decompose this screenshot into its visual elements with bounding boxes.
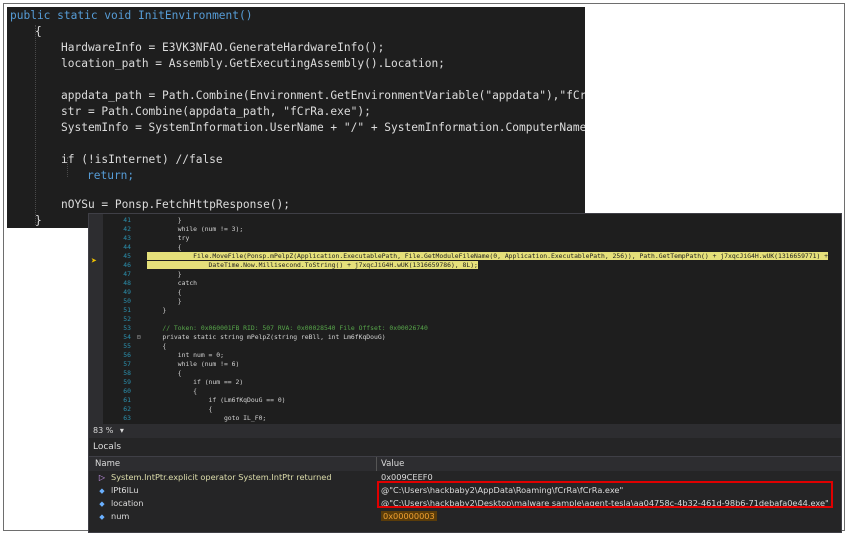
- locals-header: Name Value: [89, 457, 841, 471]
- code-line: 60 {: [123, 387, 198, 395]
- code-line: 44 {: [123, 243, 182, 251]
- code-line: 56 int num = 0;: [123, 351, 224, 359]
- code-line: 47 }: [123, 270, 182, 278]
- code-line: 54 ⊟ private static string mPelpZ(string …: [123, 333, 386, 341]
- code-line: 50 }: [123, 297, 182, 305]
- code-line: 58 {: [123, 369, 182, 377]
- code-line: 63 goto IL_F0;: [123, 414, 267, 422]
- code-line-comment: 53 // Token: 0x060001FB RID: 507 RVA: 0x…: [123, 324, 428, 332]
- code-line: nOYSu = Ponsp.FetchHttpResponse();: [61, 198, 291, 211]
- current-statement-arrow-icon: ➤: [91, 256, 98, 267]
- value-column-header[interactable]: Value: [381, 457, 404, 471]
- code-line-signature: public static void InitEnvironment(): [10, 9, 253, 22]
- debugger-window: ➤ 41 } 42 while (num != 3); 43 try 44 { …: [88, 213, 842, 533]
- code-line: {: [35, 25, 42, 38]
- editor-status-bar: 83 % ▾: [89, 424, 841, 438]
- code-line: location_path = Assembly.GetExecutingAss…: [61, 57, 445, 70]
- return-value-icon: ▷: [98, 473, 106, 482]
- code-line: 52: [123, 315, 131, 323]
- code-line: appdata_path = Path.Combine(Environment.…: [61, 89, 585, 102]
- chevron-down-icon[interactable]: ▾: [120, 426, 124, 435]
- locals-row[interactable]: ◆ num 0x00000003: [89, 510, 841, 523]
- code-line: 55 {: [123, 342, 167, 350]
- code-line: HardwareInfo = E3VK3NFAO.GenerateHardwar…: [61, 41, 385, 54]
- breakpoint-gutter[interactable]: [89, 214, 103, 424]
- code-line: }: [35, 214, 42, 227]
- variable-icon: ◆: [99, 513, 105, 521]
- code-line-current: 45 File.MoveFile(Ponsp.mPelpZ(Applicatio…: [123, 252, 829, 260]
- code-line: 59 if (num == 2): [123, 378, 244, 386]
- name-column-header[interactable]: Name: [95, 457, 120, 471]
- code-line: 57 while (num != 6): [123, 360, 240, 368]
- code-line: SystemInfo = SystemInformation.UserName …: [61, 121, 585, 134]
- code-line: 49 {: [123, 288, 182, 296]
- locals-window: Locals Name Value ▷ System.IntPtr.explici…: [89, 438, 841, 532]
- code-line: 42 while (num != 3);: [123, 225, 244, 233]
- code-line: 41 }: [123, 216, 182, 224]
- code-line: 62 {: [123, 405, 213, 413]
- code-line: 43 try: [123, 234, 190, 242]
- zoom-level[interactable]: 83 %: [93, 426, 113, 435]
- indent-guide: [35, 25, 36, 225]
- code-line-return: return;: [87, 169, 135, 182]
- code-editor-top: public static void InitEnvironment() { H…: [7, 7, 585, 228]
- locals-title: Locals: [89, 438, 841, 457]
- highlight-annotation-box: [377, 481, 833, 508]
- code-line-current: 46 DateTime.Now.Millisecond.ToString() +…: [123, 261, 478, 269]
- code-line: 61 if (Lm6fKqDouG == 0): [123, 396, 286, 404]
- code-line: str = Path.Combine(appdata_path, "fCrRa.…: [61, 105, 371, 118]
- code-line: 48 catch: [123, 279, 198, 287]
- code-line-if: if (!isInternet) //false: [61, 153, 223, 166]
- code-line: 51 }: [123, 306, 167, 314]
